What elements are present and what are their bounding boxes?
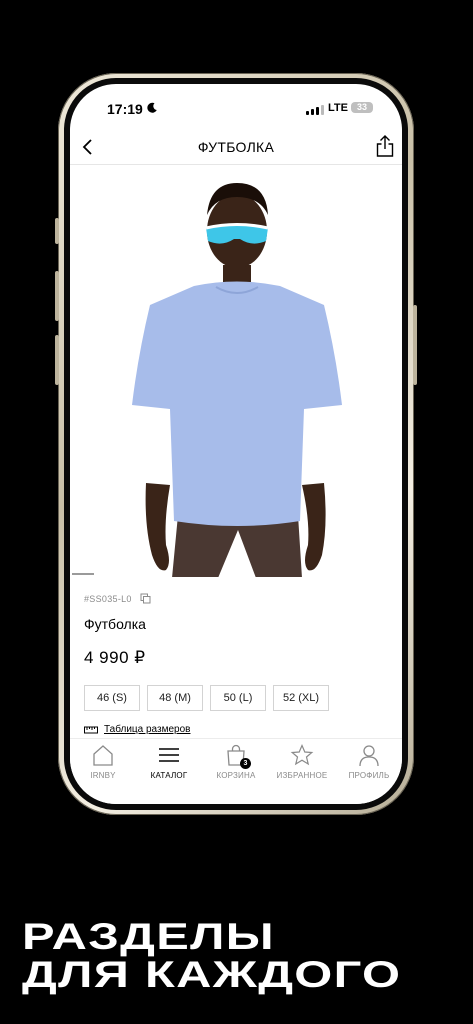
tab-label: ИЗБРАННОЕ [276,771,328,780]
cart-badge: 3 [240,758,251,769]
menu-icon [159,748,179,762]
tab-profile[interactable]: ПРОФИЛЬ [336,743,402,780]
battery-icon: 33 [351,102,373,113]
tab-label: КОРЗИНА [216,771,256,780]
share-icon[interactable] [375,134,395,158]
size-option[interactable]: 46 (S) [84,685,140,711]
mute-switch [55,218,59,244]
product-sku: #SS035-L0 [84,594,132,604]
promo-heading: РАЗДЕЛЫ ДЛЯ КАЖДОГО [22,918,401,994]
promo-line-1: РАЗДЕЛЫ [22,916,275,957]
promo-line-2: ДЛЯ КАЖДОГО [22,954,402,995]
signal-icon [306,105,324,115]
copy-icon[interactable] [140,593,151,604]
product-name: Футболка [84,616,146,632]
size-option[interactable]: 48 (M) [147,685,203,711]
bottom-tab-bar: IRNBY КАТАЛОГ 3 КОРЗИНА ИЗБРАННОЕ ПРОФИЛ… [70,738,402,804]
tab-cart[interactable]: 3 КОРЗИНА [203,743,269,780]
profile-icon [359,745,379,767]
power-button [413,305,417,385]
volume-up-button [55,271,59,321]
tab-label: КАТАЛОГ [150,771,188,780]
ruler-icon [84,726,98,733]
status-bar: 17:19 LTE 33 [70,84,402,132]
product-price: 4 990 ₽ [84,648,146,667]
size-option[interactable]: 52 (XL) [273,685,329,711]
page-title: ФУТБОЛКА [197,139,275,155]
star-icon [290,743,314,766]
product-image[interactable] [70,165,402,577]
tab-favorites[interactable]: ИЗБРАННОЕ [269,743,335,780]
tab-label: ПРОФИЛЬ [348,771,390,780]
moon-icon [147,102,157,113]
app-screen: 17:19 LTE 33 ФУТБОЛКА #SS035-L0 Футболка… [70,84,402,804]
status-time: 17:19 [107,101,143,117]
size-table-link[interactable]: Таблица размеров [84,724,190,735]
size-selector: 46 (S) 48 (M) 50 (L) 52 (XL) [84,685,329,711]
size-option[interactable]: 50 (L) [210,685,266,711]
image-slider-indicator [72,573,94,575]
tab-home[interactable]: IRNBY [70,743,136,780]
top-nav: ФУТБОЛКА [70,132,402,165]
volume-down-button [55,335,59,385]
home-icon [93,745,113,766]
tab-label: IRNBY [90,771,116,780]
size-table-label: Таблица размеров [104,724,191,735]
network-type: LTE [328,102,348,114]
tab-catalog[interactable]: КАТАЛОГ [136,743,202,780]
